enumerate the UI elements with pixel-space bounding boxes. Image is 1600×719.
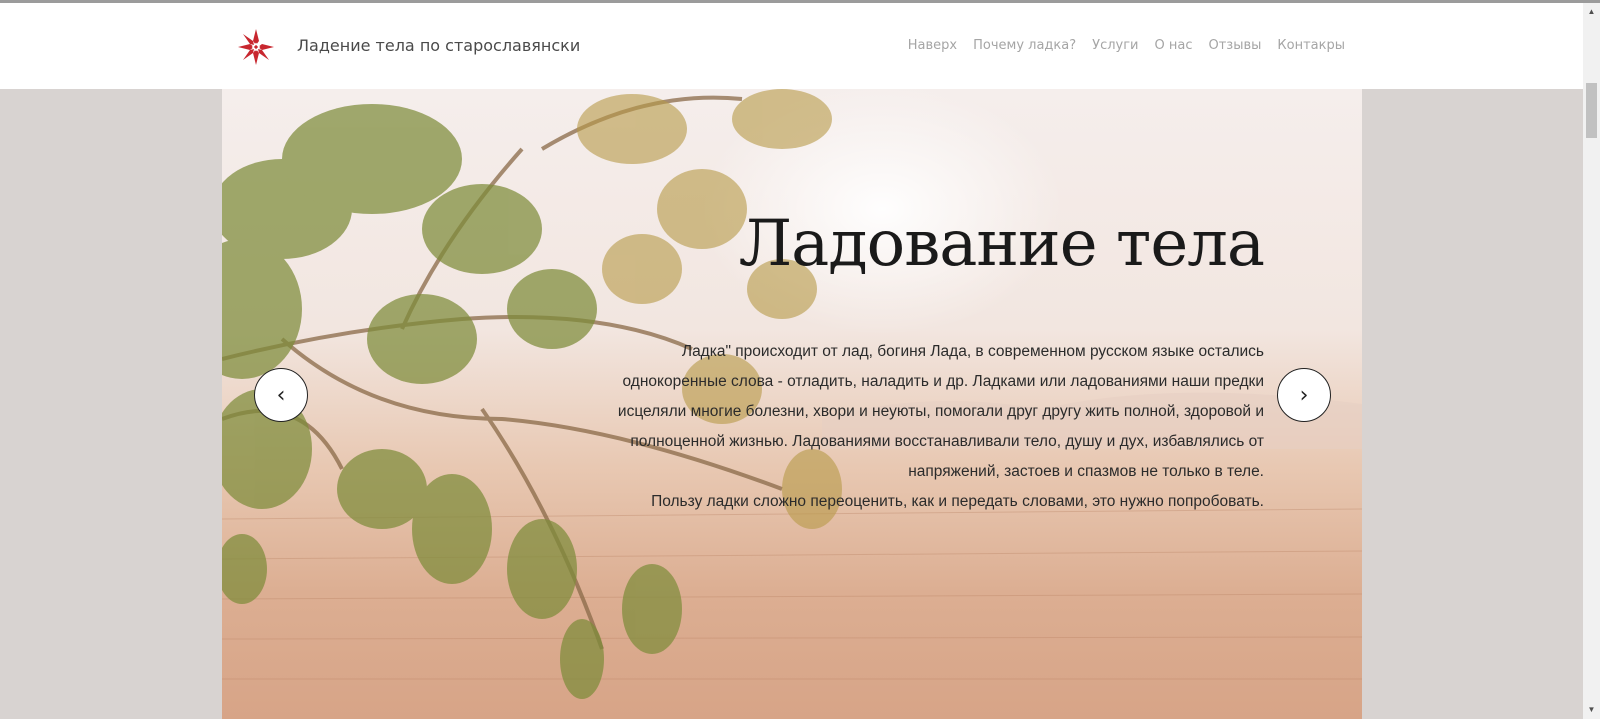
nav-item-services[interactable]: Услуги (1092, 38, 1138, 53)
site-header: Ладение тела по старославянски Наверх По… (0, 3, 1583, 89)
nav-item-contacts[interactable]: Контакры (1277, 38, 1345, 53)
hero-text-line: однокоренные слова - отладить, наладить … (622, 373, 1264, 390)
hero-title: Ладование тела (738, 207, 1265, 281)
hero-text-line: полноценной жизнью. Ладованиями восстана… (630, 433, 1264, 450)
hero-text-line: исцеляли многие болезни, хвори и неуюты,… (617, 403, 1264, 420)
hero-text-line: Ладка" происходит от лад, богиня Лада, в… (681, 343, 1264, 360)
red-star-ornament-icon[interactable] (236, 27, 276, 67)
scroll-up-arrow-icon[interactable]: ▲ (1583, 5, 1600, 19)
site-title[interactable]: Ладение тела по старославянски (297, 36, 580, 55)
page-scrollbar[interactable]: ▲ ▼ (1583, 3, 1600, 719)
carousel-next-button[interactable]: › (1277, 368, 1331, 422)
hero-text-line: напряжений, застоев и спазмов не только … (908, 463, 1264, 480)
scrollbar-thumb[interactable] (1586, 83, 1597, 138)
nav-item-about[interactable]: О нас (1155, 38, 1193, 53)
scroll-down-arrow-icon[interactable]: ▼ (1583, 703, 1600, 717)
chevron-left-icon: ‹ (276, 382, 286, 408)
chevron-right-icon: › (1299, 382, 1309, 408)
hero-text-line: Пользу ладки сложно переоценить, как и п… (651, 493, 1264, 510)
nav-item-top[interactable]: Наверх (908, 38, 957, 53)
hero-description: Ладка" происходит от лад, богиня Лада, в… (544, 337, 1264, 517)
main-nav: Наверх Почему ладка? Услуги О нас Отзывы… (908, 38, 1345, 53)
nav-item-why[interactable]: Почему ладка? (973, 38, 1076, 53)
hero-slide: Ладование тела Ладка" происходит от лад,… (222, 89, 1362, 719)
nav-item-reviews[interactable]: Отзывы (1208, 38, 1261, 53)
carousel-prev-button[interactable]: ‹ (254, 368, 308, 422)
